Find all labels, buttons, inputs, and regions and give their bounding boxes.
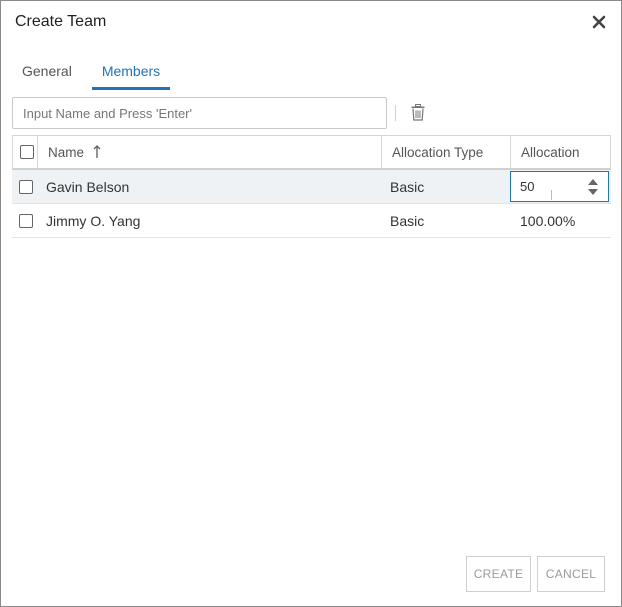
members-table: Name Allocation Type Allocation Gavin Be…	[12, 135, 611, 238]
dialog-title: Create Team	[15, 13, 107, 30]
tab-members[interactable]: Members	[91, 56, 171, 90]
member-name: Jimmy O. Yang	[46, 212, 141, 229]
row-checkbox[interactable]	[18, 179, 33, 194]
table-row[interactable]: Jimmy O. Yang Basic 100.00%	[12, 204, 611, 238]
tab-general[interactable]: General	[12, 56, 82, 90]
member-allocation-type: Basic	[390, 212, 425, 229]
member-allocation: 100.00%	[520, 212, 576, 229]
table-row[interactable]: Gavin Belson Basic	[12, 170, 611, 204]
member-name: Gavin Belson	[46, 178, 130, 195]
member-allocation-type: Basic	[390, 178, 425, 195]
allocation-stepper	[510, 171, 609, 202]
tab-bar: General Members	[12, 56, 180, 90]
select-all-checkbox[interactable]	[19, 145, 34, 159]
column-header-allocation-type[interactable]: Allocation Type	[381, 136, 511, 168]
create-button[interactable]: CREATE	[466, 556, 531, 592]
toolbar-divider	[395, 105, 396, 121]
row-select-cell	[12, 170, 39, 203]
member-search-input[interactable]	[13, 98, 386, 128]
column-header-name[interactable]: Name	[37, 136, 381, 168]
text-cursor-mark	[551, 190, 552, 200]
row-select-cell	[12, 204, 39, 237]
member-search-field	[12, 97, 387, 129]
spin-arrows-icon[interactable]	[587, 177, 599, 197]
row-checkbox[interactable]	[18, 213, 33, 228]
trash-icon[interactable]	[411, 104, 425, 121]
create-team-dialog: Create Team General Members Name	[0, 0, 622, 607]
column-header-allocation[interactable]: Allocation	[510, 136, 610, 168]
close-icon[interactable]	[591, 14, 607, 30]
arrow-up-icon	[92, 145, 102, 159]
allocation-input[interactable]	[511, 172, 581, 201]
column-header-name-label: Name	[48, 144, 85, 160]
cancel-button[interactable]: CANCEL	[537, 556, 605, 592]
table-header: Name Allocation Type Allocation	[12, 135, 611, 170]
select-all-cell	[13, 136, 40, 168]
